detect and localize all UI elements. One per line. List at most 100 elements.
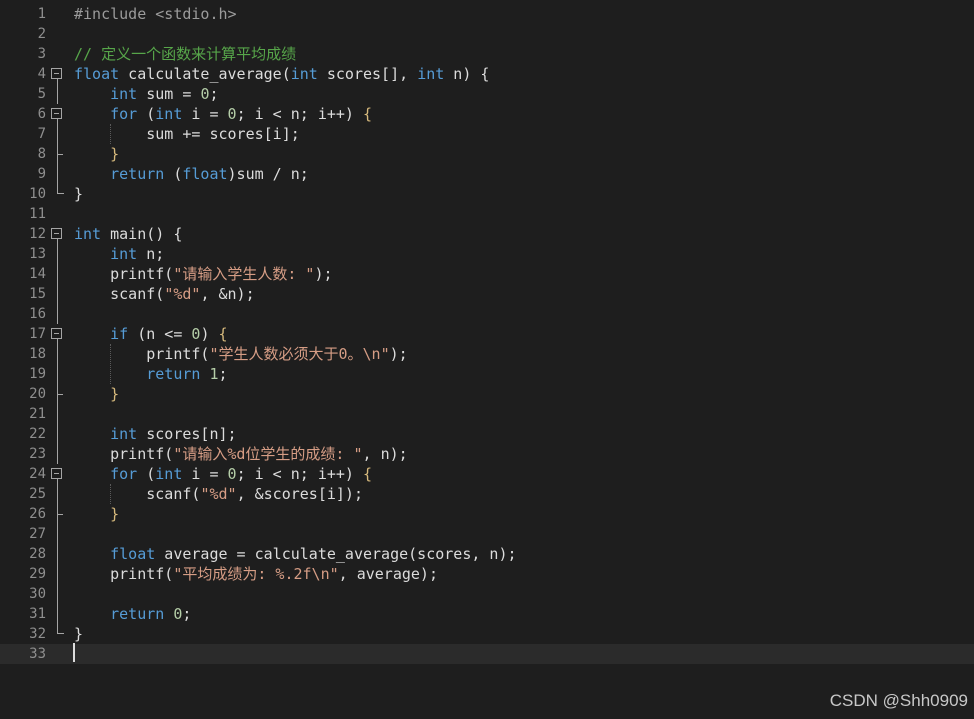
fold-guide: [57, 244, 58, 264]
code-line[interactable]: 4 float calculate_average(int scores[], i…: [0, 64, 974, 84]
code-line[interactable]: 6 for (int i = 0; i < n; i++) {: [0, 104, 974, 124]
code-line[interactable]: 9 return (float)sum / n;: [0, 164, 974, 184]
code-token: , &scores[i]);: [236, 485, 363, 503]
code-line[interactable]: 32}: [0, 624, 974, 644]
line-number: 16: [29, 306, 46, 322]
code-line[interactable]: 11: [0, 204, 974, 224]
code-text: }: [74, 624, 83, 644]
code-text: return 1;: [74, 364, 227, 384]
code-token: ; i < n; i++): [236, 105, 363, 123]
code-line[interactable]: 22 int scores[n];: [0, 424, 974, 444]
code-line[interactable]: 26 }: [0, 504, 974, 524]
code-token: i =: [182, 105, 228, 123]
code-editor[interactable]: 1 #include <stdio.h> 2 3// 定义一个函数来计算平均成绩 4 fl…: [0, 0, 974, 719]
code-token: // 定义一个函数来计算平均成绩: [74, 45, 297, 63]
line-number: 24: [29, 466, 46, 482]
fold-guide: [57, 264, 58, 284]
code-token: scores[n];: [137, 425, 237, 443]
code-line[interactable]: 24 for (int i = 0; i < n; i++) {: [0, 464, 974, 484]
code-token: )sum / n;: [227, 165, 309, 183]
fold-guide: [57, 304, 58, 324]
line-number: 1: [37, 6, 46, 22]
code-text: for (int i = 0; i < n; i++) {: [74, 104, 372, 124]
code-text: return (float)sum / n;: [74, 164, 309, 184]
line-number: 6: [37, 106, 46, 122]
fold-end-tick: [57, 154, 63, 155]
code-token: calculate_average(: [119, 65, 291, 83]
code-line[interactable]: 29 printf("平均成绩为: %.2f\n", average);: [0, 564, 974, 584]
code-token: float: [74, 65, 120, 83]
code-line[interactable]: 21: [0, 404, 974, 424]
code-text: scanf("%d", &scores[i]);: [74, 484, 363, 504]
code-token: , n);: [362, 445, 408, 463]
indent-guide: [110, 344, 111, 384]
code-token: int: [155, 105, 183, 123]
indent-guide: [110, 484, 111, 504]
code-line[interactable]: 16: [0, 304, 974, 324]
collapse-icon[interactable]: [51, 108, 62, 119]
collapse-icon[interactable]: [51, 68, 62, 79]
line-number: 9: [37, 166, 46, 182]
code-token: scanf(: [74, 285, 165, 303]
code-line[interactable]: 12 int main() {: [0, 224, 974, 244]
code-token: {: [363, 465, 373, 483]
collapse-icon[interactable]: [51, 228, 62, 239]
code-line[interactable]: 30: [0, 584, 974, 604]
code-line[interactable]: 17 if (n <= 0) {: [0, 324, 974, 344]
code-token: }: [110, 145, 120, 163]
code-text: sum += scores[i];: [74, 124, 300, 144]
code-token: ;: [209, 85, 219, 103]
code-token: return: [110, 165, 165, 183]
code-token: ; i < n; i++): [236, 465, 363, 483]
code-line[interactable]: 31 return 0;: [0, 604, 974, 624]
code-line[interactable]: 10}: [0, 184, 974, 204]
code-token: "平均成绩为: %.2f\n": [173, 565, 339, 583]
code-token: if: [110, 325, 129, 343]
code-token: n;: [137, 245, 165, 263]
watermark: CSDN @Shh0909: [829, 691, 968, 710]
line-number: 13: [29, 246, 46, 262]
code-text: int scores[n];: [74, 424, 237, 444]
code-line[interactable]: 28 float average = calculate_average(sco…: [0, 544, 974, 564]
fold-guide: [57, 544, 58, 564]
code-line[interactable]: 20 }: [0, 384, 974, 404]
code-token: (: [164, 165, 183, 183]
fold-end-tick: [57, 394, 63, 395]
code-line[interactable]: 1 #include <stdio.h>: [0, 4, 974, 24]
collapse-icon[interactable]: [51, 468, 62, 479]
line-number: 4: [37, 66, 46, 82]
fold-guide: [57, 484, 58, 504]
line-number: 26: [29, 506, 46, 522]
code-line[interactable]: 23 printf("请输入%d位学生的成绩: ", n);: [0, 444, 974, 464]
code-text: int main() {: [74, 224, 182, 244]
collapse-icon[interactable]: [51, 328, 62, 339]
line-number: 18: [29, 346, 46, 362]
fold-guide: [57, 164, 58, 184]
code-line[interactable]: 2: [0, 24, 974, 44]
code-line[interactable]: 15 scanf("%d", &n);: [0, 284, 974, 304]
code-token: 1: [209, 365, 219, 383]
code-line[interactable]: 33: [0, 644, 974, 664]
code-line[interactable]: 3 // 定义一个函数来计算平均成绩: [0, 44, 974, 64]
code-token: scanf(: [74, 485, 201, 503]
code-token: return: [146, 365, 201, 383]
line-number: 21: [29, 406, 46, 422]
code-text: return 0;: [74, 604, 191, 624]
code-line[interactable]: 14 printf("请输入学生人数: ");: [0, 264, 974, 284]
line-number: 7: [37, 126, 46, 142]
code-text: for (int i = 0; i < n; i++) {: [74, 464, 372, 484]
code-line[interactable]: 19 return 1;: [0, 364, 974, 384]
code-token: }: [110, 385, 120, 403]
code-line[interactable]: 18 printf("学生人数必须大于0。\n");: [0, 344, 974, 364]
code-token: (: [137, 105, 156, 123]
code-line[interactable]: 5 int sum = 0;: [0, 84, 974, 104]
code-line[interactable]: 13 int n;: [0, 244, 974, 264]
code-line[interactable]: 7 sum += scores[i];: [0, 124, 974, 144]
code-line[interactable]: 25 scanf("%d", &scores[i]);: [0, 484, 974, 504]
code-line[interactable]: 8 }: [0, 144, 974, 164]
code-line[interactable]: 27: [0, 524, 974, 544]
